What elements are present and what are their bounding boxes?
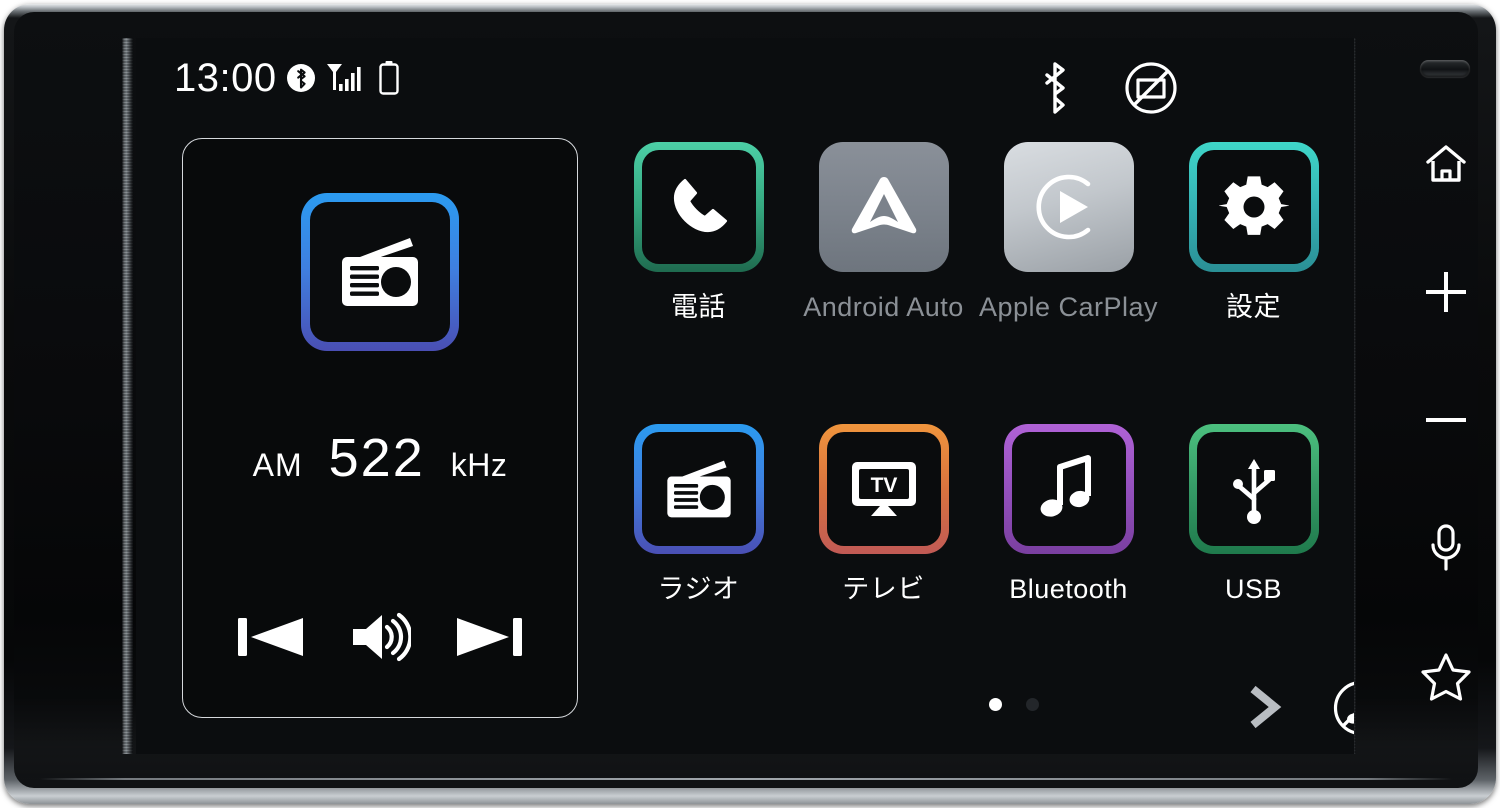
radio-frequency: 522 [328, 428, 425, 488]
minus-icon [1426, 418, 1466, 422]
bluetooth-filled-icon [286, 64, 315, 92]
radio-band: AM [252, 447, 303, 483]
previous-track-button[interactable] [234, 610, 308, 669]
signal-bars-icon [326, 64, 361, 91]
battery-icon [378, 61, 399, 95]
radio-frequency-row: AM 522 kHz [183, 427, 577, 489]
favorite-button[interactable] [1392, 640, 1478, 712]
next-page-button[interactable] [1241, 682, 1287, 737]
next-track-icon [457, 618, 523, 656]
radio-icon [342, 238, 418, 306]
sensor-slot [1420, 60, 1470, 77]
app-apple-carplay-label: Apple CarPlay [978, 292, 1159, 322]
status-bar-right-group [1037, 60, 1179, 116]
microphone-icon [1431, 524, 1461, 571]
chevron-right-icon [1250, 685, 1282, 729]
radio-widget-tile[interactable] [301, 193, 459, 351]
car-head-unit-device: 13:00 AM 522 kHz 電話 Android Auto Apple C… [0, 0, 1500, 808]
app-usb-tile[interactable] [1188, 424, 1319, 554]
app-radio-tile[interactable] [633, 424, 764, 554]
app-settings[interactable]: 設定 [1161, 142, 1346, 432]
app-apple-carplay[interactable]: Apple CarPlay [976, 142, 1161, 432]
volume-icon [352, 612, 413, 662]
panel-bottom-edge [40, 778, 1452, 780]
app-phone-tile-inner [641, 150, 756, 264]
app-bluetooth-audio-label: Bluetooth [1009, 574, 1128, 604]
app-phone-label: 電話 [671, 292, 726, 322]
gear-icon [1218, 176, 1289, 235]
apple-carplay-icon [1035, 174, 1090, 240]
page-indicator-dots[interactable] [989, 698, 1039, 711]
no-display-icon [1125, 62, 1177, 114]
next-track-button[interactable] [452, 610, 526, 669]
plus-icon [1426, 272, 1466, 312]
status-bar: 13:00 [136, 38, 1354, 114]
app-settings-tile-inner [1196, 150, 1311, 264]
volume-button[interactable] [349, 610, 413, 669]
app-usb-label: USB [1224, 574, 1283, 604]
svg-text:TV: TV [870, 474, 897, 497]
app-tv-tile-inner: TV [826, 432, 941, 546]
voice-button[interactable] [1392, 512, 1478, 584]
home-button[interactable] [1392, 128, 1478, 200]
radio-icon [666, 460, 731, 518]
app-tv[interactable]: TV テレビ [791, 424, 976, 609]
android-auto-icon [851, 177, 916, 234]
media-controls [183, 610, 577, 669]
app-settings-tile[interactable] [1188, 142, 1319, 272]
page-dot-1[interactable] [989, 698, 1002, 711]
app-phone-tile[interactable] [633, 142, 764, 272]
device-panel-face: 13:00 AM 522 kHz 電話 Android Auto Apple C… [14, 12, 1478, 788]
app-apple-carplay-tile[interactable] [1003, 142, 1134, 272]
volume-up-button[interactable] [1392, 256, 1478, 328]
app-tv-tile[interactable]: TV [818, 424, 949, 554]
hardware-button-column [1392, 38, 1478, 754]
status-clock: 13:00 [174, 56, 277, 100]
app-android-auto-label: Android Auto [803, 292, 964, 322]
app-bluetooth-audio-tile[interactable] [1003, 424, 1134, 554]
app-settings-label: 設定 [1226, 292, 1281, 322]
app-bluetooth-audio[interactable]: Bluetooth [976, 424, 1161, 609]
app-usb-tile-inner [1196, 432, 1311, 546]
speaker-groove-left [122, 38, 133, 754]
bluetooth-icon [1045, 62, 1065, 114]
app-phone[interactable]: 電話 [606, 142, 791, 432]
phone-icon [673, 178, 727, 233]
app-usb[interactable]: USB [1161, 424, 1346, 609]
app-radio[interactable]: ラジオ [606, 424, 791, 609]
display-screen: 13:00 AM 522 kHz 電話 Android Auto Apple C… [136, 38, 1354, 754]
app-android-auto[interactable]: Android Auto [791, 142, 976, 432]
app-radio-tile-inner [641, 432, 756, 546]
app-bluetooth-audio-tile-inner [1011, 432, 1126, 546]
status-bar-left-group: 13:00 [174, 58, 400, 98]
tv-icon: TV [851, 462, 916, 516]
mute-button[interactable] [1331, 678, 1354, 743]
bottom-bar [606, 670, 1354, 740]
app-android-auto-tile[interactable] [818, 142, 949, 272]
usb-icon [1232, 459, 1275, 524]
star-icon [1421, 653, 1471, 701]
radio-unit: kHz [450, 447, 508, 483]
mute-music-icon [1333, 681, 1354, 735]
volume-down-button[interactable] [1392, 384, 1478, 456]
app-grid: 電話 Android Auto Apple CarPlay 設定 ラジオ TV … [606, 142, 1346, 609]
page-dot-2[interactable] [1026, 698, 1039, 711]
home-icon [1426, 145, 1466, 182]
radio-widget-card[interactable]: AM 522 kHz [182, 138, 578, 718]
app-radio-label: ラジオ [657, 574, 740, 604]
previous-track-icon [237, 618, 303, 656]
app-tv-label: テレビ [842, 574, 925, 604]
music-note-icon [1040, 455, 1091, 517]
radio-widget-tile-inner [310, 202, 450, 342]
